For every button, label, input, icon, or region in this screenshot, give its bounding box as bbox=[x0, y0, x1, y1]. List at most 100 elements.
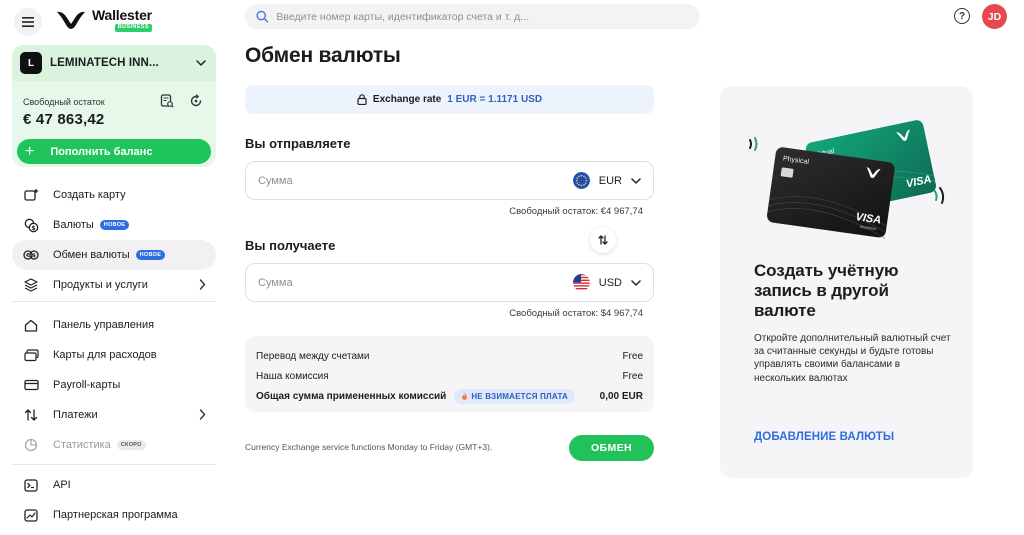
fee-row-total: Общая сумма примененных комиссий НЕ ВЗИМ… bbox=[256, 386, 643, 406]
account-selector[interactable]: L LEMINATECH INN... bbox=[12, 45, 216, 81]
rate-label: Exchange rate bbox=[372, 94, 442, 105]
promo-panel: Virtual VISA Physical VISA Business Созд… bbox=[720, 86, 973, 478]
products-icon bbox=[23, 277, 39, 293]
account-name: LEMINATECH INN... bbox=[50, 57, 159, 69]
lock-icon bbox=[357, 94, 367, 105]
home-icon bbox=[23, 317, 39, 333]
nav-item-statistics: Статистика СКОРО bbox=[12, 430, 216, 460]
receive-currency-select[interactable]: USD bbox=[572, 274, 641, 291]
nav-item-dashboard[interactable]: Панель управления bbox=[12, 310, 216, 340]
promo-text: Откройте дополнительный валютный счет за… bbox=[754, 333, 951, 384]
page-title: Обмен валюты bbox=[245, 44, 401, 67]
no-fee-badge: НЕ ВЗИМАЕТСЯ ПЛАТА bbox=[454, 388, 575, 404]
send-currency-select[interactable]: EUR bbox=[572, 172, 641, 189]
exchange-button[interactable]: ОБМЕН bbox=[569, 435, 654, 461]
nav-item-partner-program[interactable]: Партнерская программа bbox=[12, 500, 216, 530]
nav-divider bbox=[12, 464, 216, 465]
card-plus-icon bbox=[23, 187, 39, 203]
svg-text:€: € bbox=[25, 253, 30, 259]
nav-label: Карты для расходов bbox=[53, 349, 157, 361]
nav-label: Статистика bbox=[53, 439, 111, 451]
svg-text:$: $ bbox=[32, 253, 36, 259]
nav-item-api[interactable]: API bbox=[12, 470, 216, 500]
nav-label: Платежи bbox=[53, 409, 98, 421]
fee-label: Наша комиссия bbox=[256, 370, 329, 382]
user-avatar[interactable]: JD bbox=[982, 4, 1007, 29]
soon-badge: СКОРО bbox=[116, 440, 146, 450]
fee-label: Перевод между счетами bbox=[256, 350, 370, 362]
us-flag-icon bbox=[572, 274, 590, 291]
nav-item-payments[interactable]: Платежи bbox=[12, 400, 216, 430]
cards-illustration: Virtual VISA Physical VISA Business bbox=[749, 120, 945, 239]
statement-icon[interactable] bbox=[159, 93, 175, 109]
swap-icon bbox=[598, 235, 608, 245]
nav-item-products[interactable]: Продукты и услуги bbox=[12, 270, 216, 300]
nav-label: Создать карту bbox=[53, 189, 126, 201]
help-icon[interactable]: ? bbox=[954, 8, 970, 24]
refresh-icon[interactable] bbox=[188, 93, 204, 109]
svg-text:$: $ bbox=[31, 224, 35, 231]
menu-button[interactable] bbox=[14, 8, 42, 36]
wallester-logo[interactable]: Wallester BUSINESS bbox=[56, 8, 152, 32]
logo-badge: BUSINESS bbox=[114, 24, 152, 32]
nav-label: Обмен валюты bbox=[53, 249, 130, 261]
send-amount-input[interactable] bbox=[258, 174, 573, 187]
nav-label: Payroll-карты bbox=[53, 379, 121, 391]
statistics-icon bbox=[23, 437, 39, 453]
swap-currencies-button[interactable] bbox=[590, 227, 616, 253]
fee-row-transfer: Перевод между счетами Free bbox=[256, 346, 643, 366]
partner-icon bbox=[23, 507, 39, 523]
nav-item-currencies[interactable]: $ Валюты НОВОЕ bbox=[12, 210, 216, 240]
account-card: L LEMINATECH INN... Свободный остаток € … bbox=[12, 45, 216, 167]
chevron-down-icon bbox=[631, 177, 641, 184]
send-currency-code: EUR bbox=[598, 174, 622, 187]
nav-label: Панель управления bbox=[53, 319, 155, 331]
service-hours-note: Currency Exchange service functions Mond… bbox=[245, 442, 493, 452]
fees-summary: Перевод между счетами Free Наша комиссия… bbox=[245, 336, 654, 412]
fee-label: Общая сумма примененных комиссий bbox=[256, 390, 447, 402]
chevron-right-icon bbox=[199, 409, 206, 420]
balance-amount: € 47 863,42 bbox=[23, 111, 105, 128]
topup-button[interactable]: + Пополнить баланс bbox=[17, 139, 211, 164]
exchange-icon: € $ bbox=[23, 247, 39, 263]
search-input[interactable] bbox=[276, 10, 700, 23]
nav-item-create-card[interactable]: Создать карту bbox=[12, 180, 216, 210]
fee-value: Free bbox=[622, 350, 643, 362]
topup-label: Пополнить баланс bbox=[50, 145, 153, 158]
search-icon bbox=[256, 10, 269, 23]
cards-icon bbox=[23, 347, 39, 363]
nav-label: API bbox=[53, 479, 71, 491]
wallester-logo-icon bbox=[57, 11, 85, 29]
exchange-rate-bar: Exchange rate 1 EUR = 1.1171 USD bbox=[245, 85, 654, 114]
receive-amount-box: USD bbox=[245, 263, 654, 302]
send-title: Вы отправляете bbox=[245, 136, 351, 151]
new-badge: НОВОЕ bbox=[135, 250, 166, 260]
logo-name: Wallester bbox=[92, 7, 152, 23]
nav-item-expense-cards[interactable]: Карты для расходов bbox=[12, 340, 216, 370]
chevron-down-icon bbox=[196, 60, 206, 66]
search-bar[interactable] bbox=[245, 4, 700, 29]
nav-group-cards: Панель управления Карты для расходов Pay… bbox=[12, 310, 216, 460]
chevron-down-icon bbox=[631, 279, 641, 286]
nav-label: Валюты bbox=[53, 219, 94, 231]
currencies-icon: $ bbox=[23, 217, 39, 233]
fee-row-commission: Наша комиссия Free bbox=[256, 366, 643, 386]
payroll-card-icon bbox=[23, 377, 39, 393]
fee-value: Free bbox=[622, 370, 643, 382]
add-currency-link[interactable]: ДОБАВЛЕНИЕ ВАЛЮТЫ bbox=[754, 431, 894, 443]
receive-amount-input[interactable] bbox=[258, 276, 573, 289]
nav-item-payroll-cards[interactable]: Payroll-карты bbox=[12, 370, 216, 400]
new-badge: НОВОЕ bbox=[99, 220, 130, 230]
payments-icon bbox=[23, 407, 39, 423]
send-amount-box: EUR bbox=[245, 161, 654, 200]
balance-label: Свободный остаток bbox=[23, 97, 105, 107]
nav-divider bbox=[12, 301, 216, 302]
rate-value: 1 EUR = 1.1171 USD bbox=[447, 94, 543, 105]
no-fee-badge-label: НЕ ВЗИМАЕТСЯ ПЛАТА bbox=[471, 391, 568, 401]
send-available-balance: Свободный остаток: €4 967,74 bbox=[509, 206, 643, 217]
fee-total-value: 0,00 EUR bbox=[599, 390, 643, 402]
receive-title: Вы получаете bbox=[245, 238, 336, 253]
nav-item-currency-exchange[interactable]: € $ Обмен валюты НОВОЕ bbox=[12, 240, 216, 270]
receive-currency-code: USD bbox=[598, 276, 622, 289]
nav-label: Продукты и услуги bbox=[53, 279, 148, 291]
